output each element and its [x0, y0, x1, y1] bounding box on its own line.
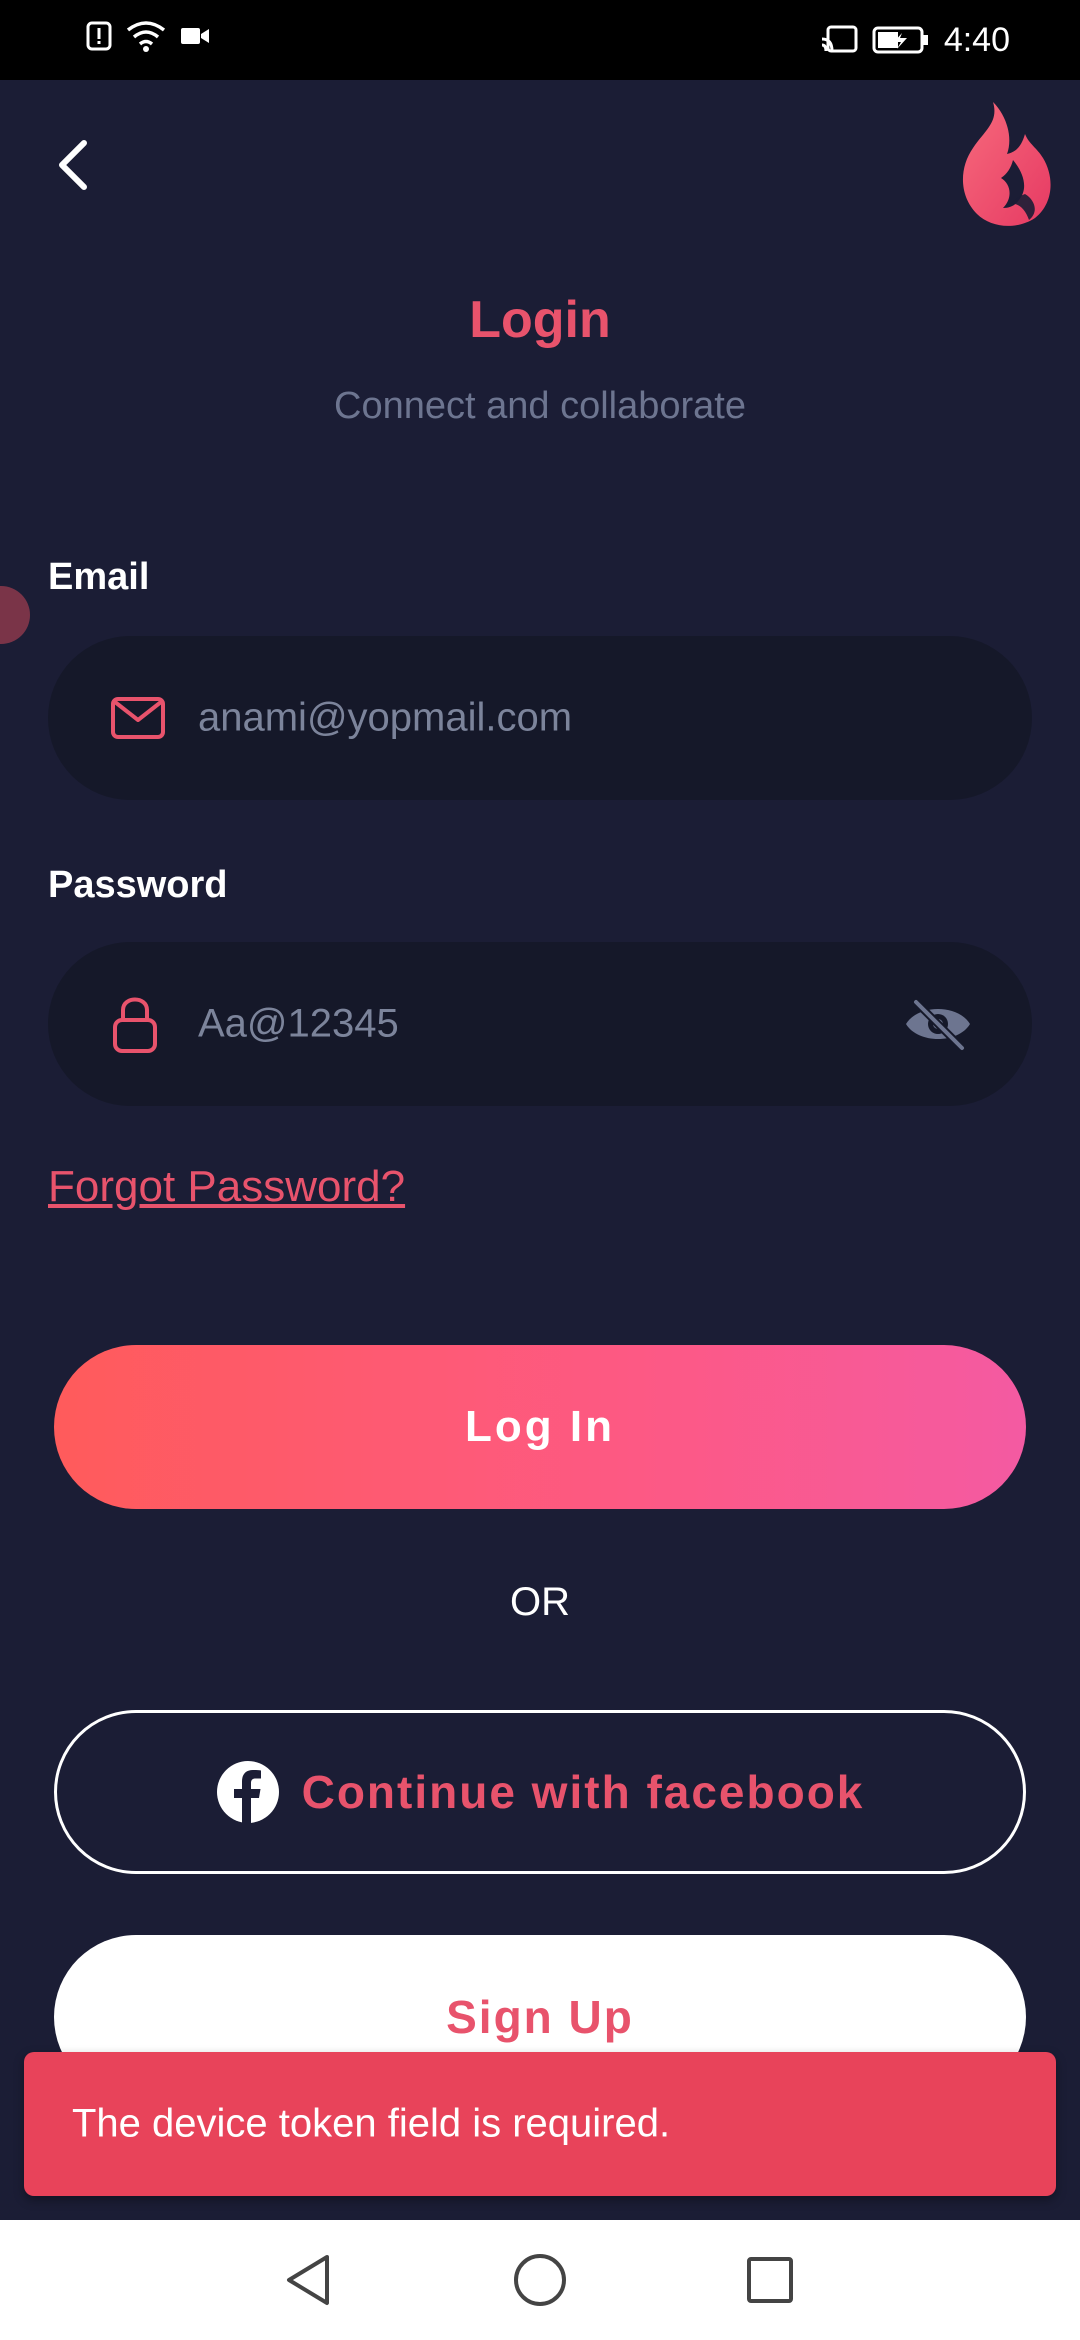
login-button[interactable]: Log In [54, 1345, 1026, 1509]
facebook-button-label: Continue with facebook [301, 1766, 865, 1818]
email-value[interactable]: anami@yopmail.com [198, 696, 572, 741]
or-divider: OR [510, 1580, 570, 1624]
status-right-icons: 4:40 [820, 20, 1010, 60]
error-toast: The device token field is required. [24, 2052, 1056, 2196]
password-field[interactable]: Aa@12345 [48, 942, 1032, 1106]
system-nav-bar [0, 2220, 1080, 2340]
toast-message: The device token field is required. [72, 2101, 671, 2146]
video-icon [181, 28, 209, 44]
back-button[interactable] [44, 130, 104, 200]
page-subtitle: Connect and collaborate [334, 385, 746, 427]
nav-back-button[interactable] [278, 2250, 338, 2310]
status-left-icons [86, 20, 210, 52]
email-label: Email [48, 556, 150, 598]
circle-home-icon [514, 2254, 566, 2306]
facebook-icon [216, 1761, 279, 1824]
battery-charging-icon [872, 26, 928, 54]
wifi-icon [126, 21, 166, 52]
chevron-left-icon [59, 140, 87, 190]
cast-icon [821, 25, 858, 53]
nav-recents-button[interactable] [740, 2250, 800, 2310]
status-time: 4:40 [943, 21, 1010, 59]
facebook-login-button[interactable]: Continue with facebook [54, 1710, 1026, 1874]
password-label: Password [48, 864, 228, 906]
flame-logo-icon [962, 102, 1051, 226]
mail-icon [111, 697, 165, 739]
triangle-back-icon [287, 2255, 329, 2305]
eye-off-icon[interactable] [902, 996, 974, 1052]
nav-home-button[interactable] [510, 2250, 570, 2310]
lock-icon [113, 997, 157, 1053]
password-value[interactable]: Aa@12345 [198, 1002, 399, 1047]
alert-icon [86, 21, 112, 51]
forgot-password-link[interactable]: Forgot Password? [48, 1162, 405, 1212]
status-bar: 4:40 [0, 0, 1080, 80]
square-recents-icon [747, 2257, 793, 2303]
email-field[interactable]: anami@yopmail.com [48, 636, 1032, 800]
page-title: Login [469, 291, 611, 349]
edge-indicator [0, 586, 30, 644]
